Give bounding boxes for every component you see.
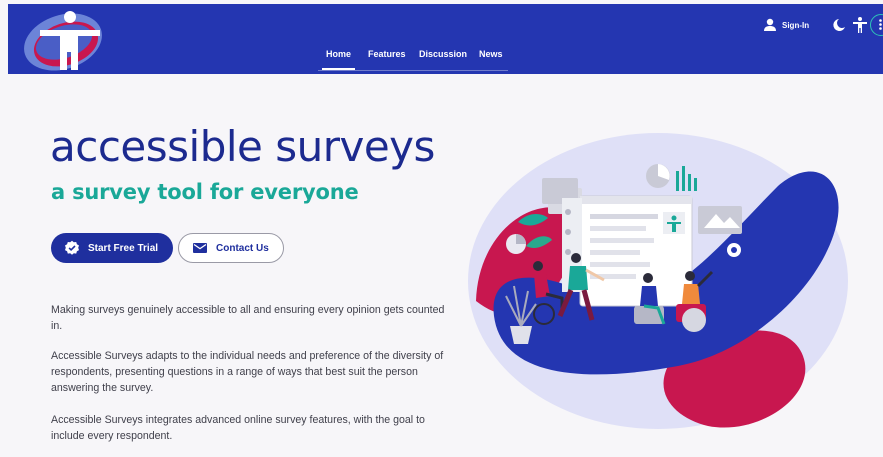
person-icon bbox=[764, 18, 776, 31]
more-vert-icon bbox=[879, 19, 882, 30]
verified-badge-icon bbox=[65, 240, 79, 255]
nav-home[interactable]: Home bbox=[321, 49, 356, 70]
people-survey-illustration bbox=[468, 133, 848, 429]
sign-in-label: Sign-In bbox=[782, 20, 810, 30]
start-free-trial-label: Start Free Trial bbox=[88, 242, 159, 254]
accessibility-icon[interactable] bbox=[850, 15, 870, 35]
start-free-trial-button[interactable]: Start Free Trial bbox=[51, 233, 173, 263]
nav-news[interactable]: News bbox=[479, 49, 503, 59]
main-nav: Home Features Discussion News bbox=[318, 47, 508, 71]
more-options-button[interactable] bbox=[870, 14, 883, 36]
top-app-bar: Home Features Discussion News Sign-In bbox=[8, 4, 883, 74]
hero-subtitle: a survey tool for everyone bbox=[51, 180, 359, 204]
theme-toggle-icon[interactable] bbox=[829, 15, 849, 35]
intro-paragraph-1: Making surveys genuinely accessible to a… bbox=[51, 304, 445, 332]
intro-paragraph-2: Accessible Surveys adapts to the individ… bbox=[51, 350, 444, 394]
intro-paragraph-3: Accessible Surveys integrates advanced o… bbox=[51, 414, 425, 442]
hero-title: accessible surveys bbox=[50, 122, 435, 171]
sign-in-button[interactable]: Sign-In bbox=[763, 16, 809, 34]
nav-features[interactable]: Features bbox=[368, 49, 406, 59]
site-logo-icon[interactable] bbox=[20, 8, 106, 72]
nav-discussion[interactable]: Discussion bbox=[419, 49, 467, 59]
contact-us-label: Contact Us bbox=[216, 242, 269, 254]
mail-icon bbox=[193, 243, 207, 253]
contact-us-button[interactable]: Contact Us bbox=[178, 233, 284, 263]
